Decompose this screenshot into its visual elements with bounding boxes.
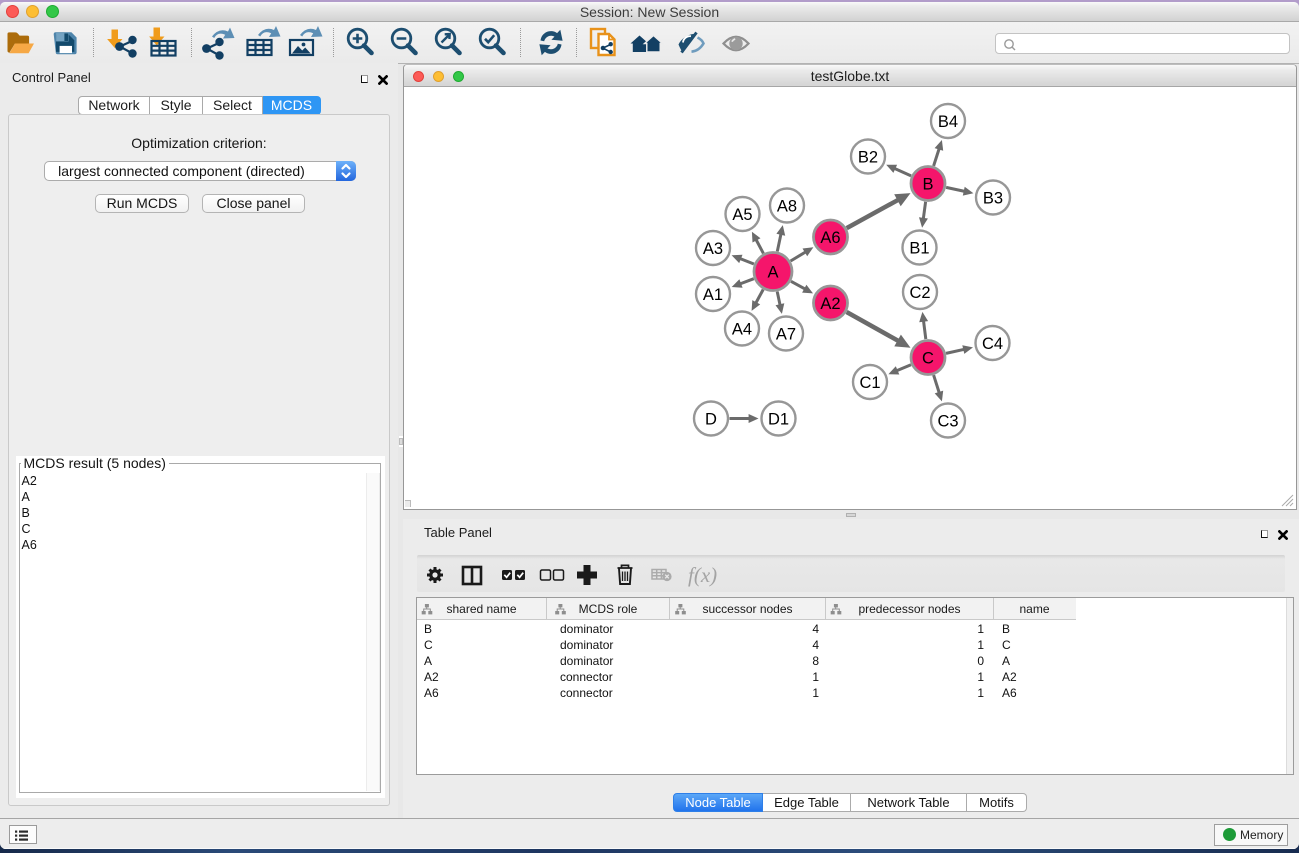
svg-text:B3: B3: [983, 189, 1003, 207]
svg-text:A2: A2: [820, 295, 840, 313]
svg-text:B2: B2: [858, 148, 878, 166]
svg-text:A4: A4: [732, 320, 752, 338]
svg-text:A6: A6: [820, 229, 840, 247]
svg-text:B: B: [922, 175, 933, 193]
svg-text:C4: C4: [982, 335, 1003, 353]
svg-text:A7: A7: [776, 325, 796, 343]
svg-text:C3: C3: [937, 412, 958, 430]
svg-text:B1: B1: [909, 239, 929, 257]
svg-text:A1: A1: [703, 286, 723, 304]
svg-text:f(x): f(x): [688, 563, 717, 587]
svg-text:C1: C1: [859, 374, 880, 392]
svg-text:A3: A3: [703, 240, 723, 258]
svg-text:D1: D1: [768, 410, 789, 428]
svg-text:D: D: [705, 410, 717, 428]
svg-text:A8: A8: [777, 197, 797, 215]
svg-text:C: C: [922, 349, 934, 367]
svg-text:B4: B4: [938, 113, 958, 131]
svg-text:C2: C2: [909, 284, 930, 302]
svg-text:A: A: [767, 263, 778, 281]
svg-text:A5: A5: [732, 206, 752, 224]
